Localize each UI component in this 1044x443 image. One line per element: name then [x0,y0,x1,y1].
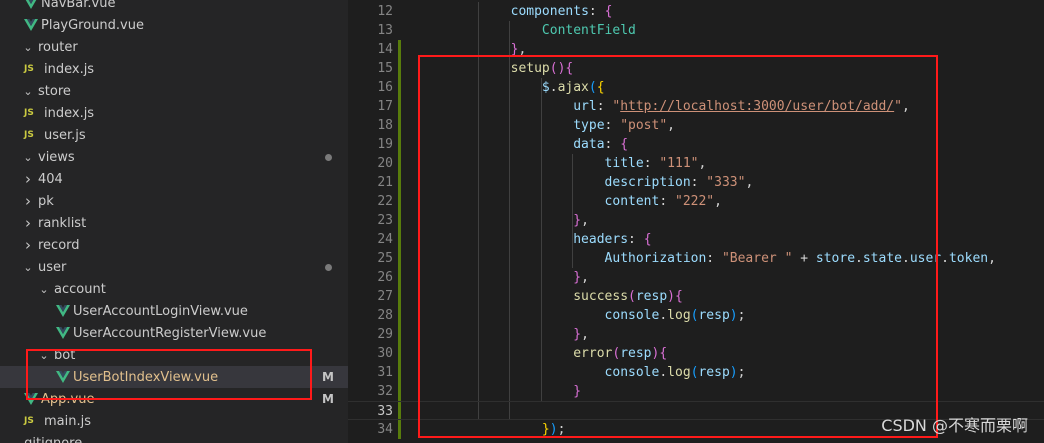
git-modified-badge: M [322,370,334,384]
code-text: components: { [448,2,613,21]
chevron-right-icon[interactable]: › [20,192,36,210]
code-token: token [948,251,989,266]
code-token: ContentField [541,23,636,38]
line-number: 15 [377,61,393,76]
explorer-item[interactable]: ⌄ views [0,146,348,168]
vue-logo-icon [56,305,70,317]
line-number: 14 [377,42,393,57]
line-number: 23 [377,213,393,228]
code-token: : [588,4,605,19]
js-file-icon: JS [24,130,34,140]
line-number: 17 [377,99,393,114]
line-number: 27 [377,289,393,304]
explorer-item[interactable]: PlayGround.vue [0,14,348,36]
explorer-item[interactable]: NavBar.vue [0,0,348,14]
line-number: 21 [377,175,393,190]
explorer-item[interactable]: UserAccountRegisterView.vue [0,322,348,344]
explorer-item-label: .gitignore [20,435,83,443]
code-line[interactable]: 13 ContentField [348,21,1044,40]
line-number: 25 [377,251,393,266]
watermark: CSDN @不寒而栗啊 [881,416,1028,435]
explorer-item-label: NavBar.vue [41,0,116,11]
code-text: ContentField [448,21,636,40]
line-number: 34 [377,422,393,437]
chevron-right-icon[interactable]: › [20,236,36,254]
line-number: 13 [377,23,393,38]
chevron-down-icon[interactable]: ⌄ [20,261,36,274]
chevron-down-icon[interactable]: ⌄ [20,85,36,98]
explorer-item-label: views [38,149,75,165]
line-number: 16 [377,80,393,95]
explorer-item-label: main.js [44,413,91,429]
explorer-item-label: UserAccountLoginView.vue [73,303,248,319]
code-token: . [941,251,949,266]
line-number: 22 [377,194,393,209]
chevron-down-icon[interactable]: ⌄ [36,283,52,296]
line-number: 12 [377,4,393,19]
explorer-item-label: 404 [38,171,63,187]
chevron-right-icon[interactable]: › [20,170,36,188]
code-token: { [604,4,613,19]
explorer-item-label: pk [38,193,54,209]
explorer-item-label: UserAccountRegisterView.vue [73,325,267,341]
line-number: 29 [377,327,393,342]
explorer-item[interactable]: .gitignore [0,432,348,443]
explorer-item[interactable]: › 404 [0,168,348,190]
code-token: , [988,251,996,266]
explorer-item[interactable]: ⌄ user [0,256,348,278]
js-file-icon: JS [24,64,34,74]
explorer-item[interactable]: JS index.js [0,58,348,80]
git-changes-dot-icon [325,154,332,161]
explorer-item[interactable]: › record [0,234,348,256]
vue-logo-icon [56,327,70,339]
git-changes-dot-icon [325,264,332,271]
explorer-item-label: record [38,237,80,253]
explorer-item[interactable]: JS index.js [0,102,348,124]
line-number: 19 [377,137,393,152]
explorer-item-label: account [54,281,106,297]
explorer-item-label: PlayGround.vue [41,17,144,33]
chevron-down-icon[interactable]: ⌄ [20,41,36,54]
chevron-down-icon[interactable]: ⌄ [20,151,36,164]
explorer-item-label: user [38,259,67,275]
explorer-item[interactable]: JS main.js [0,410,348,432]
line-number: 28 [377,308,393,323]
explorer-item[interactable]: ⌄ store [0,80,348,102]
explorer-item-label: ranklist [38,215,87,231]
code-line[interactable]: 12 components: { [348,2,1044,21]
explorer-item[interactable]: ⌄ account [0,278,348,300]
line-number: 33 [377,404,393,419]
explorer-item-label: store [38,83,71,99]
line-number: 30 [377,346,393,361]
explorer-item[interactable]: › ranklist [0,212,348,234]
code-token: components [510,4,589,19]
js-file-icon: JS [24,416,34,426]
line-number: 20 [377,156,393,171]
git-modified-badge: M [322,392,334,406]
vue-logo-icon [25,0,37,9]
line-number: 32 [377,384,393,399]
explorer-item[interactable]: ⌄ router [0,36,348,58]
explorer-item-label: index.js [44,105,95,121]
explorer-item-label: user.js [44,127,86,143]
explorer-item[interactable]: › pk [0,190,348,212]
annotation-box-code [418,55,938,438]
annotation-box-file [26,349,312,400]
line-number: 26 [377,270,393,285]
vue-logo-icon [24,19,38,31]
line-number: 24 [377,232,393,247]
js-file-icon: JS [24,108,34,118]
chevron-right-icon[interactable]: › [20,214,36,232]
line-number: 18 [377,118,393,133]
explorer-item[interactable]: UserAccountLoginView.vue [0,300,348,322]
explorer-item-label: router [38,39,78,55]
explorer-item[interactable]: JS user.js [0,124,348,146]
line-number: 31 [377,365,393,380]
explorer-item-label: index.js [44,61,95,77]
